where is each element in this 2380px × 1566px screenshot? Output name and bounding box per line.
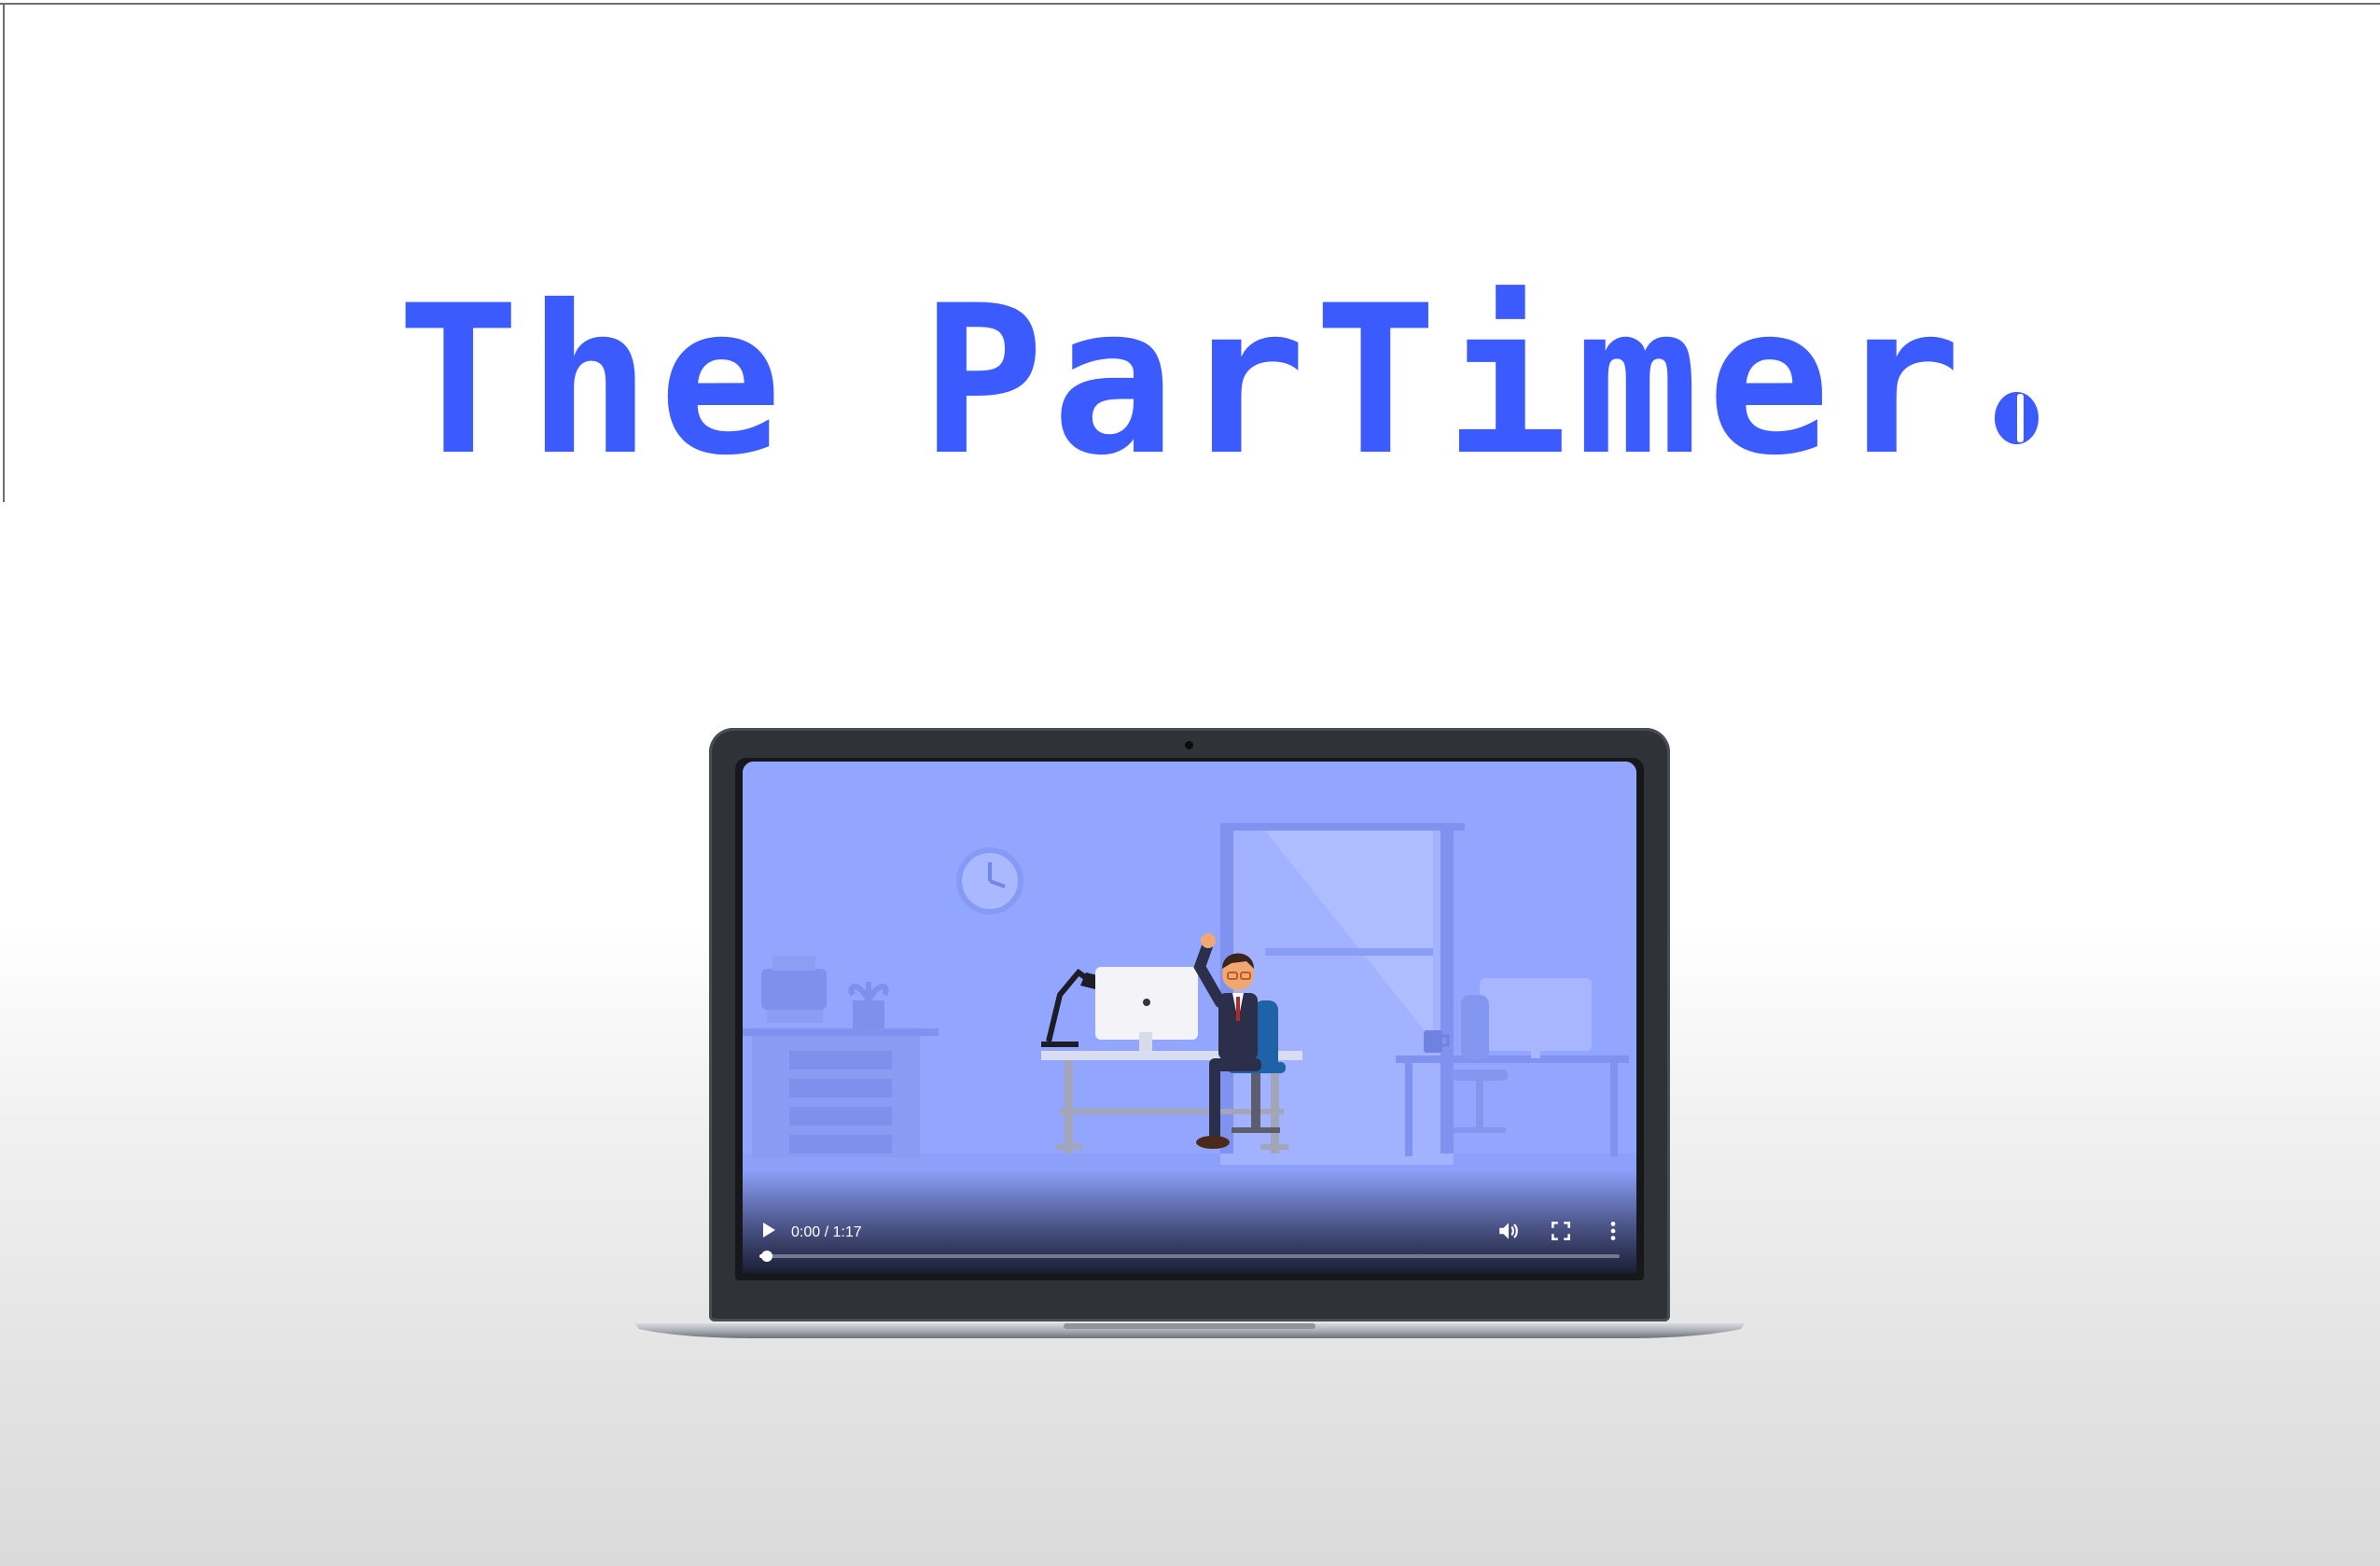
more-options-icon[interactable] bbox=[1601, 1219, 1625, 1243]
laptop-screen: 0:00 / 1:17 bbox=[735, 758, 1644, 1280]
clock-icon bbox=[956, 847, 1023, 915]
monitor-icon bbox=[1480, 978, 1592, 1058]
video-progress-thumb[interactable] bbox=[761, 1251, 772, 1262]
video-progress-bar[interactable] bbox=[759, 1251, 1620, 1262]
logo-text: The ParTimer bbox=[397, 261, 1969, 500]
volume-icon[interactable] bbox=[1496, 1219, 1521, 1243]
video-time-display: 0:00 / 1:17 bbox=[791, 1224, 862, 1240]
frame-border-left bbox=[3, 3, 5, 502]
laptop-base bbox=[634, 1323, 1746, 1338]
fullscreen-icon[interactable] bbox=[1549, 1219, 1573, 1243]
frame-border-top bbox=[0, 3, 2380, 5]
logo-dot-icon bbox=[1995, 392, 2039, 444]
laptop-mockup: 0:00 / 1:17 bbox=[634, 728, 1746, 1344]
brand-logo: The ParTimer bbox=[397, 259, 2039, 502]
video-controls-bar: 0:00 / 1:17 bbox=[743, 1170, 1636, 1273]
computer-monitor-icon bbox=[1095, 967, 1198, 1051]
webcam-icon bbox=[1185, 741, 1193, 749]
play-icon[interactable] bbox=[763, 1223, 775, 1237]
video-player[interactable]: 0:00 / 1:17 bbox=[743, 762, 1636, 1273]
plant-icon bbox=[848, 982, 889, 1028]
